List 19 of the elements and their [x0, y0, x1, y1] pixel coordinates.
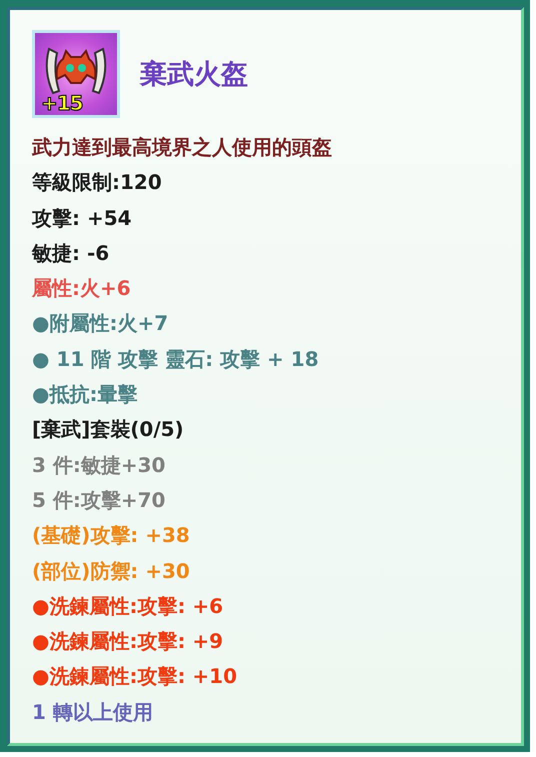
stat-line: (基礎)攻擊: +38	[32, 522, 191, 550]
stat-line: 敏捷: -6	[32, 240, 110, 267]
stat-line: 攻擊: +54	[32, 204, 133, 232]
stat-line: ●洗鍊屬性:攻擊: +6	[32, 592, 224, 620]
stat-line: 3 件:敏捷+30	[32, 452, 166, 479]
stat-line: ●附屬性:火+7	[32, 310, 170, 338]
stat-line: ●洗鍊屬性:攻擊: +10	[32, 663, 238, 690]
stat-line: 武力達到最高境界之人使用的頭盔	[32, 134, 333, 161]
stat-line: 5 件:攻擊+70	[32, 486, 166, 514]
stat-line: ● 11 階 攻擊 靈石: 攻擊 + 18	[32, 346, 320, 373]
stat-line: (部位)防禦: +30	[32, 558, 191, 585]
stat-line: ●洗鍊屬性:攻擊: +9	[32, 628, 224, 656]
stat-line: 1 轉以上使用	[32, 698, 154, 726]
stat-line: 屬性:火+6	[32, 275, 132, 302]
item-name: 棄武火盔	[140, 58, 248, 92]
stat-line: ●抵抗:暈擊	[32, 381, 138, 408]
stat-line: 等級限制:120	[32, 169, 163, 196]
enhance-level: +15	[41, 91, 83, 115]
stat-line: [棄武]套裝(0/5)	[32, 416, 185, 444]
